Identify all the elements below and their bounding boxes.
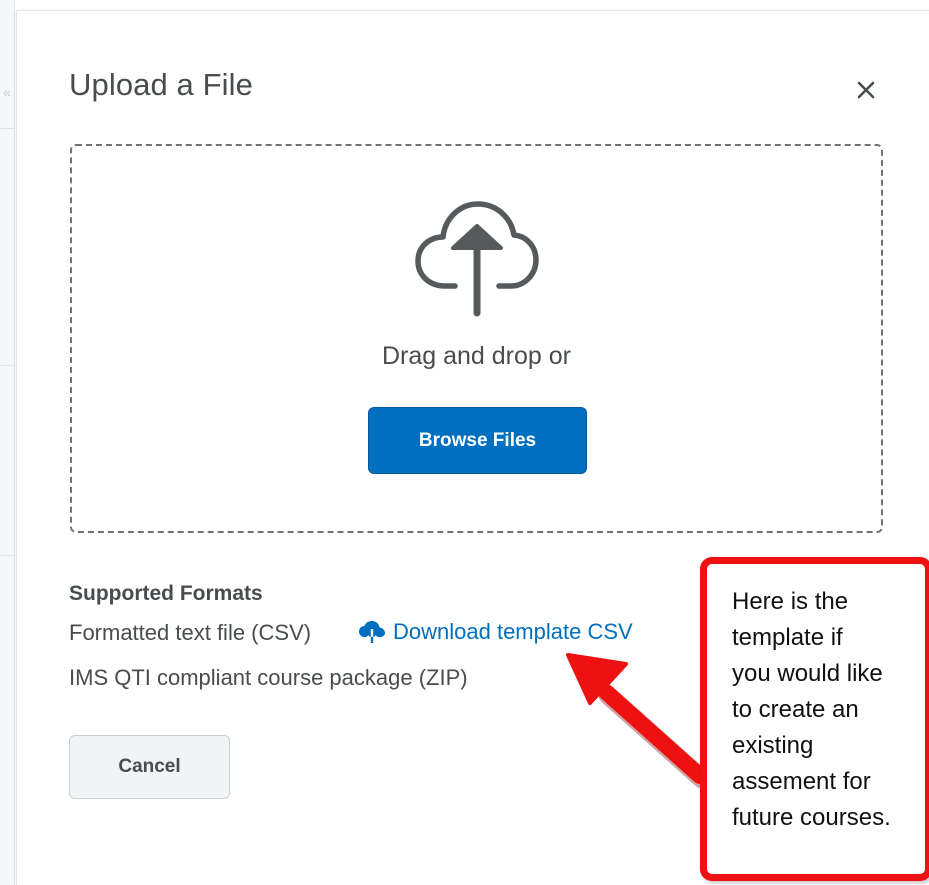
dropzone-prompt: Drag and drop or [381,342,571,370]
browse-files-button[interactable]: Browse Files [368,407,587,474]
cloud-download-icon [359,621,385,643]
background-divider [0,365,14,366]
annotation-line: you would like [732,660,883,687]
background-page-glyph: « [3,84,11,100]
format-zip-label: IMS QTI compliant course package (ZIP) [69,665,468,690]
cancel-button[interactable]: Cancel [69,735,230,799]
annotation-line: existing [732,732,814,759]
background-divider [0,128,14,129]
background-divider [0,555,14,556]
file-dropzone[interactable]: Drag and drop or Browse Files [70,144,883,533]
screenshot-stage: « Upload a File Drag and drop or Browse … [0,0,929,885]
annotation-line: Here is the [732,588,849,615]
close-icon [857,81,875,99]
annotation-text: Here is the template if you would like t… [732,584,927,836]
annotation-line: future courses. [732,804,891,831]
dialog-title: Upload a File [69,67,253,102]
annotation-callout: Here is the template if you would like t… [700,557,929,881]
annotation-line: to create an [732,696,859,723]
supported-formats-heading: Supported Formats [69,582,263,605]
cloud-upload-icon [415,201,539,317]
background-page-edge: « [0,0,15,885]
close-button[interactable] [847,71,885,109]
annotation-arrow [566,653,712,789]
format-csv-label: Formatted text file (CSV) [69,620,312,645]
annotation-line: assement for [732,768,871,795]
annotation-line: template if [732,624,843,651]
